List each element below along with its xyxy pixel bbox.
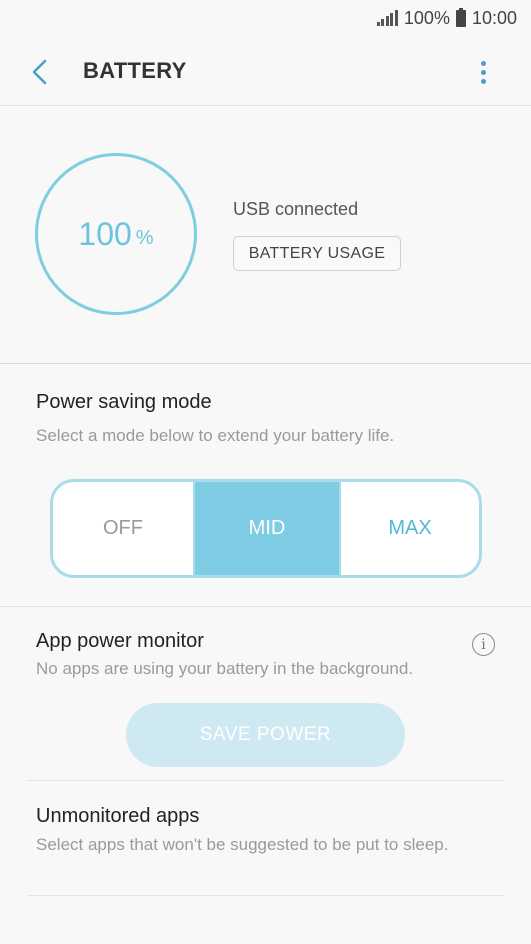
clock: 10:00 xyxy=(471,7,517,28)
more-vert-icon xyxy=(480,60,486,66)
power-saving-description: Select a mode below to extend your batte… xyxy=(36,426,395,445)
mode-mid-option[interactable]: MID xyxy=(193,482,341,575)
page-title: BATTERY xyxy=(83,58,187,83)
mode-max-option[interactable]: MAX xyxy=(341,482,479,575)
charging-status: USB connected xyxy=(233,199,359,219)
divider xyxy=(0,606,531,607)
battery-level-value: 100 xyxy=(78,215,132,252)
app-bar: BATTERY xyxy=(0,36,531,106)
app-power-monitor-description: No apps are using your battery in the ba… xyxy=(36,659,414,678)
battery-usage-button[interactable]: BATTERY USAGE xyxy=(233,236,401,271)
power-saving-title: Power saving mode xyxy=(36,391,212,413)
signal-icon xyxy=(375,10,398,26)
info-icon[interactable]: i xyxy=(472,633,495,656)
battery-status-section: 100 % USB connected BATTERY USAGE xyxy=(0,106,531,364)
chevron-left-icon xyxy=(32,59,47,85)
divider xyxy=(27,895,504,896)
more-options-button[interactable] xyxy=(469,56,497,88)
battery-gauge: 100 % xyxy=(35,153,197,315)
status-bar: 100% 10:00 xyxy=(0,0,531,36)
unmonitored-apps-description: Select apps that won't be suggested to b… xyxy=(36,835,449,854)
divider xyxy=(27,780,504,781)
unmonitored-apps-title[interactable]: Unmonitored apps xyxy=(36,805,199,828)
battery-icon xyxy=(455,7,466,27)
battery-percent-text: 100% xyxy=(403,7,450,28)
mode-off-option[interactable]: OFF xyxy=(53,482,193,575)
app-power-monitor-title: App power monitor xyxy=(36,630,204,652)
power-mode-selector: OFF MID MAX xyxy=(50,479,482,578)
back-button[interactable] xyxy=(24,56,56,88)
battery-level-unit: % xyxy=(135,226,154,249)
save-power-button[interactable]: SAVE POWER xyxy=(126,703,405,767)
